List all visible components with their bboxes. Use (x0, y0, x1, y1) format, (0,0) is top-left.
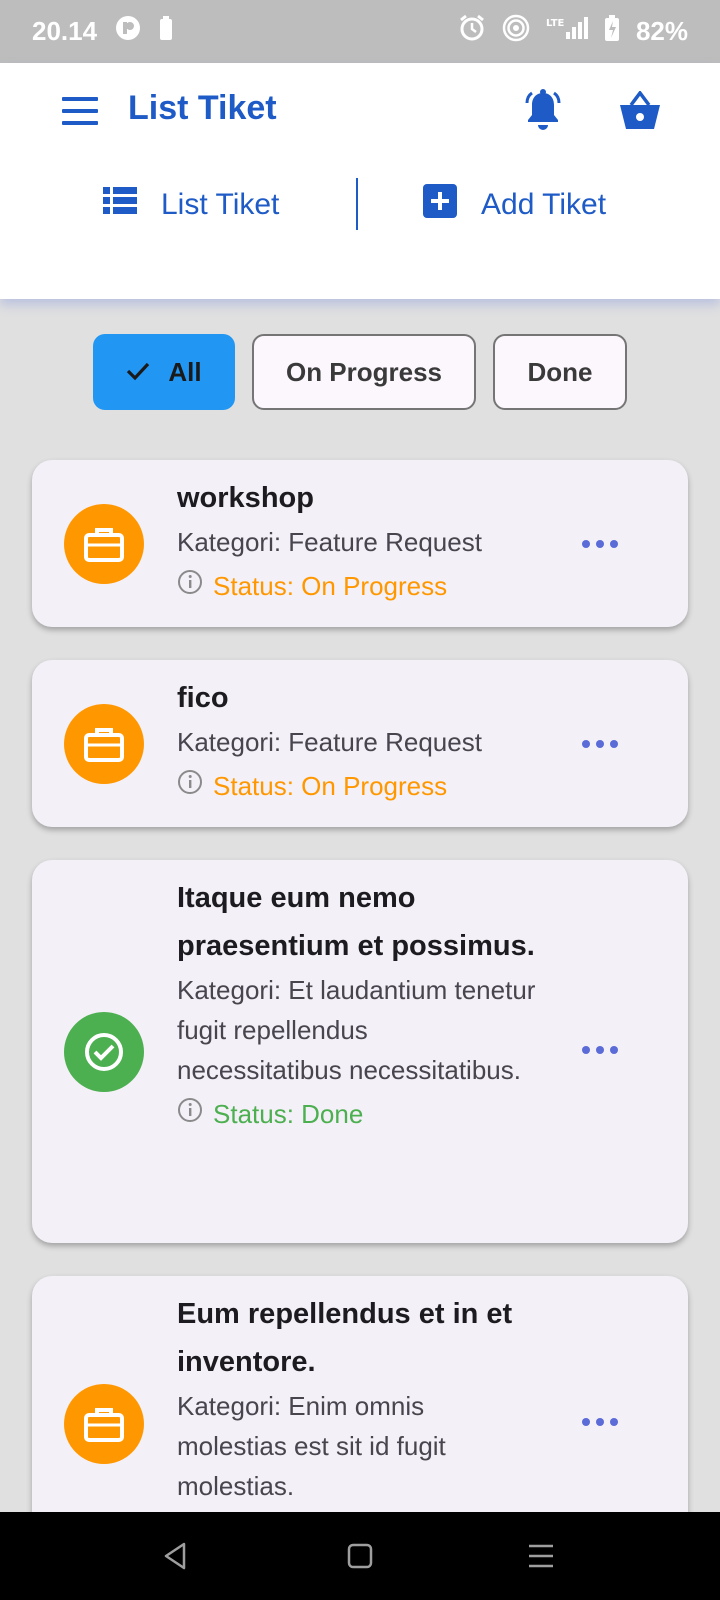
filter-chips: All On Progress Done (0, 334, 720, 410)
ticket-category: Kategori: Feature Request (177, 727, 482, 757)
system-navigation-bar (0, 1512, 720, 1600)
more-options-icon[interactable] (575, 1407, 625, 1437)
back-icon[interactable] (160, 1540, 192, 1572)
briefcase-icon (64, 1384, 144, 1464)
more-options-icon[interactable] (575, 729, 625, 759)
filter-chip-done[interactable]: Done (493, 334, 627, 410)
info-icon (177, 1094, 203, 1134)
battery-percentage: 82% (635, 16, 688, 46)
ticket-title: fico (177, 682, 229, 714)
add-box-icon (423, 184, 457, 226)
recent-apps-icon[interactable] (525, 1540, 557, 1572)
more-options-icon[interactable] (575, 529, 625, 559)
notification-app-icon (115, 15, 141, 48)
tab-add-tiket[interactable]: Add Tiket (423, 183, 606, 227)
filter-chip-all-label: All (168, 356, 202, 387)
hamburger-menu-icon[interactable] (62, 97, 98, 125)
tab-list-tiket[interactable]: List Tiket (103, 183, 279, 227)
ticket-status-label: Status: Done (213, 1099, 364, 1129)
briefcase-icon (64, 504, 144, 584)
ticket-category: Kategori: Enim omnis molestias est sit i… (177, 1391, 446, 1501)
ticket-title: workshop (177, 482, 314, 514)
ticket-card[interactable]: workshop Kategori: Feature Request Statu… (32, 460, 688, 627)
check-icon (126, 357, 150, 388)
ticket-status-label: Status: On Progress (213, 771, 448, 801)
filter-chip-on-progress[interactable]: On Progress (252, 334, 476, 410)
svg-text:LTE: LTE (546, 18, 565, 29)
ticket-card[interactable]: fico Kategori: Feature Request Status: O… (32, 660, 688, 827)
ticket-status: Status: On Progress (177, 766, 537, 806)
alarm-icon (458, 14, 486, 49)
bell-icon[interactable] (523, 89, 563, 131)
status-time: 20.14 (32, 16, 98, 46)
tab-add-tiket-label: Add Tiket (481, 188, 607, 221)
info-icon (177, 566, 203, 606)
ticket-title: Itaque eum nemo praesentium et possimus. (177, 882, 535, 962)
ticket-card[interactable]: Itaque eum nemo praesentium et possimus.… (32, 860, 688, 1243)
tab-divider (356, 178, 358, 230)
more-options-icon[interactable] (575, 1035, 625, 1065)
page-title: List Tiket (128, 89, 277, 127)
battery-charging-icon (604, 15, 620, 48)
app-header: List Tiket List Tiket Add Tiket (0, 63, 720, 299)
check-circle-icon (64, 1012, 144, 1092)
filter-chip-all[interactable]: All (93, 334, 235, 410)
ticket-status-label: Status: On Progress (213, 571, 448, 601)
battery-saver-icon (159, 16, 173, 47)
ticket-category: Kategori: Feature Request (177, 527, 482, 557)
ticket-category: Kategori: Et laudantium tenetur fugit re… (177, 975, 536, 1085)
filter-chip-on-progress-label: On Progress (285, 356, 443, 387)
lte-signal-icon: LTE (546, 16, 588, 47)
status-bar: 20.14 LTE 82% (0, 0, 720, 63)
home-icon[interactable] (344, 1540, 376, 1572)
tab-list-tiket-label: List Tiket (161, 188, 280, 221)
list-icon (103, 187, 137, 223)
ticket-status: Status: On Progress (177, 566, 537, 606)
ticket-status: Status: Done (177, 1094, 537, 1134)
hotspot-icon (502, 14, 530, 49)
ticket-title: Eum repellendus et in et inventore. (177, 1298, 513, 1378)
basket-icon[interactable] (618, 90, 662, 131)
briefcase-icon (64, 704, 144, 784)
filter-chip-done-label: Done (527, 356, 593, 387)
info-icon (177, 766, 203, 806)
